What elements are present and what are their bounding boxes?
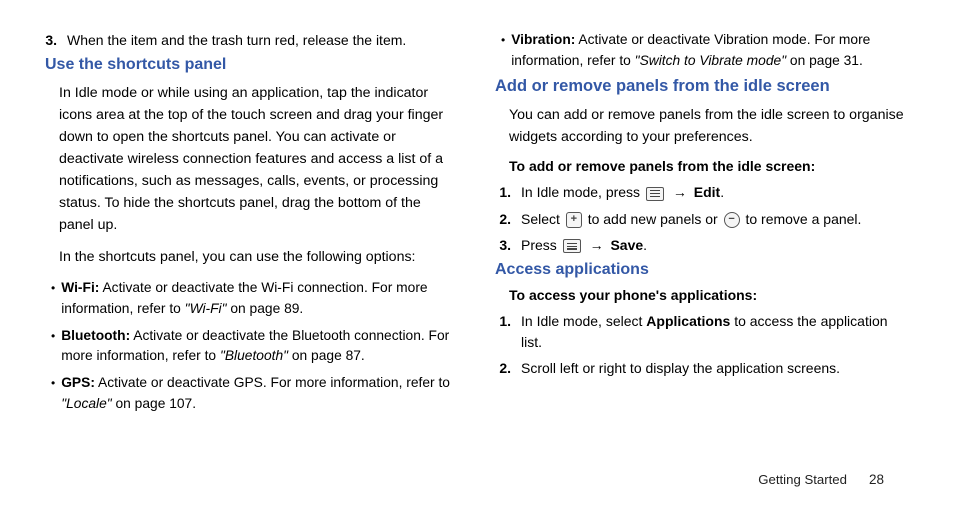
bullet-dot: •: [51, 326, 61, 367]
bullet-tail: on page 31.: [786, 53, 863, 68]
paragraph-shortcuts-intro: In Idle mode or while using an applicati…: [45, 82, 459, 236]
menu-icon: [563, 239, 581, 253]
paragraph-panels-intro: You can add or remove panels from the id…: [495, 104, 909, 148]
step-text: Scroll left or right to display the appl…: [521, 358, 909, 378]
bullet-text: Bluetooth: Activate or deactivate the Bl…: [61, 326, 459, 367]
bullet-ref: "Wi-Fi": [185, 301, 227, 316]
page-content: 3. When the item and the trash turn red,…: [0, 0, 954, 420]
bullet-text: Vibration: Activate or deactivate Vibrat…: [511, 30, 909, 71]
heading-add-remove-panels: Add or remove panels from the idle scree…: [495, 77, 909, 96]
bullet-gps: • GPS: Activate or deactivate GPS. For m…: [45, 373, 459, 414]
plus-icon: +: [566, 212, 582, 228]
bullet-tail: on page 89.: [227, 301, 304, 316]
bullet-wifi: • Wi-Fi: Activate or deactivate the Wi-F…: [45, 278, 459, 319]
access-step-1: 1. In Idle mode, select Applications to …: [495, 311, 909, 352]
panels-step-1: 1. In Idle mode, press → Edit.: [495, 182, 909, 202]
panels-step-3: 3. Press → Save.: [495, 235, 909, 255]
step-number: 2.: [499, 358, 521, 378]
bullet-bold: Wi-Fi:: [61, 280, 99, 295]
menu-icon: [646, 187, 664, 201]
page-footer: Getting Started 28: [758, 472, 884, 487]
step-3: 3. When the item and the trash turn red,…: [45, 30, 459, 50]
step-post: to remove a panel.: [745, 211, 861, 227]
subheading-add-remove: To add or remove panels from the idle sc…: [495, 158, 909, 174]
subheading-access-apps: To access your phone's applications:: [495, 287, 909, 303]
step-text: When the item and the trash turn red, re…: [67, 30, 459, 50]
step-mid: to add new panels or: [588, 211, 722, 227]
bullet-dot: •: [501, 30, 511, 71]
edit-bold: Edit: [694, 184, 720, 200]
bullet-bold: Bluetooth:: [61, 328, 130, 343]
bullet-bluetooth: • Bluetooth: Activate or deactivate the …: [45, 326, 459, 367]
step-number: 3.: [45, 30, 67, 50]
step-pre: In Idle mode, press: [521, 184, 644, 200]
heading-access-applications: Access applications: [495, 261, 909, 279]
step-number: 3.: [499, 235, 521, 255]
bullet-bold: Vibration:: [511, 32, 575, 47]
bullet-rest: Activate or deactivate GPS. For more inf…: [95, 375, 450, 390]
applications-bold: Applications: [646, 313, 730, 329]
bullet-ref: "Bluetooth": [220, 348, 288, 363]
step-number: 2.: [499, 209, 521, 229]
step-pre: Select: [521, 211, 564, 227]
arrow: →: [590, 237, 608, 253]
right-column: • Vibration: Activate or deactivate Vibr…: [495, 30, 909, 420]
step-pre: In Idle mode, select: [521, 313, 646, 329]
footer-page-number: 28: [869, 472, 884, 487]
footer-section: Getting Started: [758, 472, 847, 487]
arrow: →: [673, 184, 691, 200]
access-step-2: 2. Scroll left or right to display the a…: [495, 358, 909, 378]
bullet-vibration: • Vibration: Activate or deactivate Vibr…: [495, 30, 909, 71]
step-text: In Idle mode, press → Edit.: [521, 182, 909, 202]
bullet-text: Wi-Fi: Activate or deactivate the Wi-Fi …: [61, 278, 459, 319]
bullet-tail: on page 107.: [112, 396, 196, 411]
bullet-bold: GPS:: [61, 375, 95, 390]
bullet-dot: •: [51, 373, 61, 414]
left-column: 3. When the item and the trash turn red,…: [45, 30, 459, 420]
period: .: [643, 237, 647, 253]
bullet-ref: "Locale": [61, 396, 111, 411]
step-number: 1.: [499, 311, 521, 352]
step-text: Select + to add new panels or − to remov…: [521, 209, 909, 229]
bullet-ref: "Switch to Vibrate mode": [635, 53, 786, 68]
bullet-text: GPS: Activate or deactivate GPS. For mor…: [61, 373, 459, 414]
step-pre: Press: [521, 237, 561, 253]
step-text: Press → Save.: [521, 235, 909, 255]
save-bold: Save: [610, 237, 643, 253]
step-text: In Idle mode, select Applications to acc…: [521, 311, 909, 352]
period: .: [720, 184, 724, 200]
heading-use-shortcuts: Use the shortcuts panel: [45, 56, 459, 74]
minus-icon: −: [724, 212, 740, 228]
bullet-tail: on page 87.: [288, 348, 365, 363]
paragraph-options-intro: In the shortcuts panel, you can use the …: [45, 246, 459, 268]
bullet-dot: •: [51, 278, 61, 319]
panels-step-2: 2. Select + to add new panels or − to re…: [495, 209, 909, 229]
step-number: 1.: [499, 182, 521, 202]
